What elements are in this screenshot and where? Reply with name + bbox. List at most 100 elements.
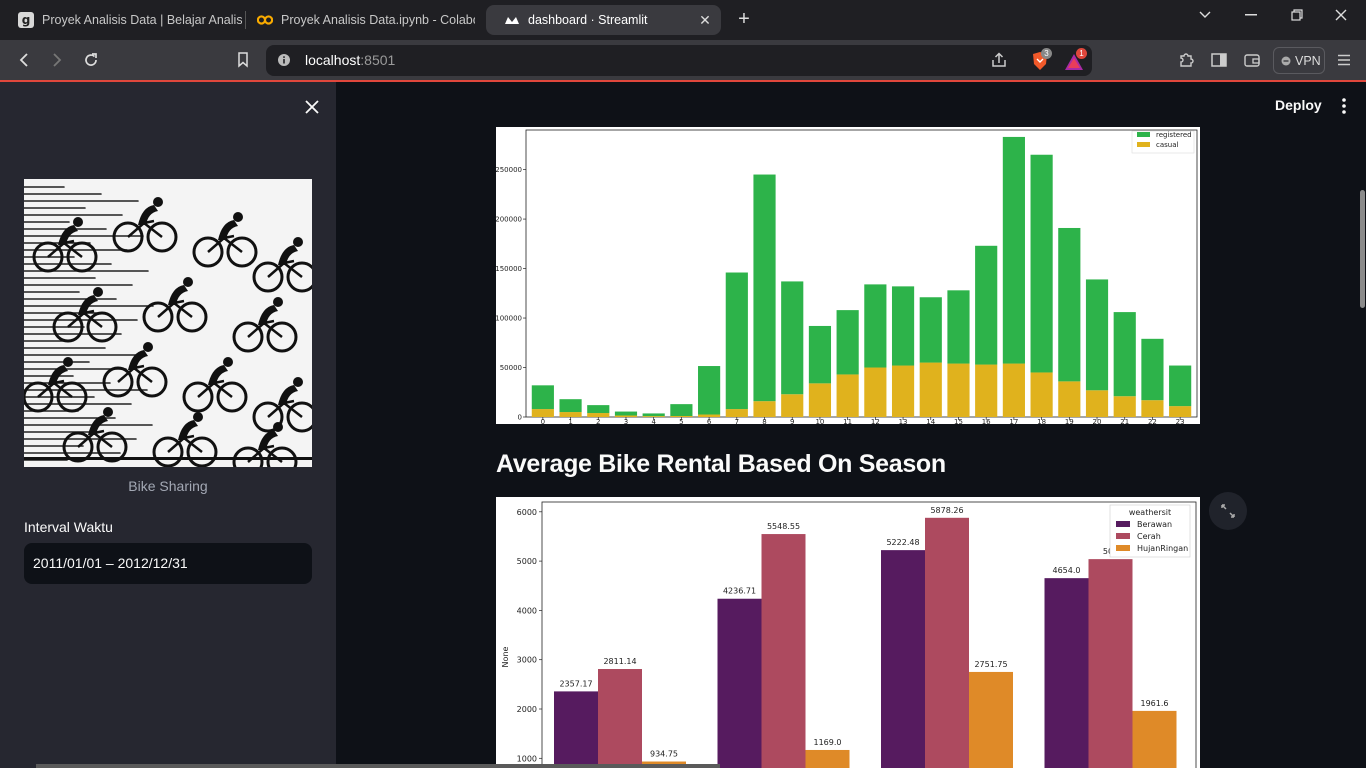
x-tick-label: 16 bbox=[982, 418, 991, 424]
tab-streamlit[interactable]: dashboard · Streamlit ✕ bbox=[486, 5, 721, 35]
legend-swatch bbox=[1137, 142, 1150, 147]
tab-colab[interactable]: Proyek Analisis Data.ipynb - Colaborator… bbox=[239, 5, 475, 35]
hourly-rental-chart: 0 50000 100000 150000 200000 250000 0 1 2 3 4 5 6 7 8 9… bbox=[495, 127, 1200, 426]
rider-head bbox=[153, 197, 163, 207]
ground-line bbox=[24, 457, 312, 460]
page-scrollbar[interactable] bbox=[1360, 190, 1365, 308]
main-menu-icon[interactable] bbox=[1337, 97, 1351, 115]
legend-label: HujanRingan bbox=[1137, 544, 1188, 553]
bike-sharing-image bbox=[24, 179, 312, 467]
rider-head bbox=[223, 357, 233, 367]
minimize-icon[interactable] bbox=[1238, 6, 1264, 24]
bar-casual-23 bbox=[1169, 406, 1192, 417]
bookmark-icon[interactable] bbox=[233, 50, 253, 70]
tab-search-icon[interactable] bbox=[1192, 6, 1218, 24]
bar-registered-11 bbox=[836, 310, 859, 375]
x-tick-label: 17 bbox=[1009, 418, 1018, 424]
wallet-icon[interactable] bbox=[1243, 51, 1261, 69]
deploy-button[interactable]: Deploy bbox=[1275, 97, 1322, 113]
fullscreen-icon[interactable] bbox=[1209, 492, 1247, 530]
tab-dicoding[interactable]: g Proyek Analisis Data | Belajar Analisi… bbox=[0, 5, 242, 35]
bar-value-label: 5548.55 bbox=[767, 522, 800, 531]
y-tick-label: 150000 bbox=[496, 265, 522, 273]
bar-registered-2 bbox=[587, 405, 610, 414]
bar-registered-13 bbox=[891, 286, 915, 366]
forward-icon[interactable] bbox=[47, 50, 67, 70]
bar-casual-19 bbox=[1058, 381, 1081, 417]
y-tick-label: 2000 bbox=[517, 705, 537, 714]
vpn-label: VPN bbox=[1295, 53, 1321, 68]
y-tick-label: 50000 bbox=[500, 364, 522, 372]
close-window-icon[interactable] bbox=[1328, 6, 1354, 24]
bar-casual-21 bbox=[1113, 396, 1136, 417]
rider-head bbox=[193, 412, 203, 422]
restore-icon[interactable] bbox=[1284, 6, 1310, 24]
bar-casual-6 bbox=[698, 414, 721, 417]
bar-casual-0 bbox=[531, 409, 554, 417]
bar-casual-15 bbox=[947, 363, 970, 417]
date-range-input[interactable]: 2011/01/01 – 2012/12/31 bbox=[24, 543, 312, 584]
x-tick-label: 11 bbox=[843, 418, 852, 424]
rewards-icon[interactable]: 1 bbox=[1064, 48, 1090, 72]
legend-label: Berawan bbox=[1137, 520, 1172, 529]
back-icon[interactable] bbox=[14, 50, 34, 70]
bar-casual-4 bbox=[642, 416, 665, 417]
rider-head bbox=[293, 377, 303, 387]
legend-swatch bbox=[1116, 533, 1130, 539]
horizontal-scrollbar[interactable] bbox=[36, 764, 720, 768]
brave-shields-icon[interactable]: 3 bbox=[1031, 48, 1055, 72]
bar-value-label: 2811.14 bbox=[603, 657, 636, 666]
x-tick-label: 15 bbox=[954, 418, 963, 424]
bar-berawan bbox=[554, 691, 598, 768]
x-tick-label: 19 bbox=[1065, 418, 1074, 424]
season-rental-chart: 1000 2000 3000 4000 5000 6000 None 2357.17 2811.… bbox=[496, 497, 1200, 768]
x-tick-label: 18 bbox=[1037, 418, 1046, 424]
bar-berawan bbox=[1044, 578, 1089, 768]
x-tick-label: 3 bbox=[624, 418, 628, 424]
tab-title: Proyek Analisis Data.ipynb - Colaborator… bbox=[281, 13, 475, 27]
x-tick-label: 23 bbox=[1176, 418, 1185, 424]
bar-registered-1 bbox=[559, 399, 582, 413]
y-tick-label: 250000 bbox=[496, 166, 522, 174]
bar-casual-8 bbox=[753, 401, 776, 417]
share-icon[interactable] bbox=[990, 51, 1008, 69]
bar-casual-13 bbox=[891, 365, 915, 417]
bar-registered-4 bbox=[642, 413, 665, 417]
rider-head bbox=[63, 357, 73, 367]
bar-registered-20 bbox=[1085, 279, 1109, 391]
reload-icon[interactable] bbox=[81, 50, 101, 70]
bar-hujanringan bbox=[805, 749, 850, 768]
y-tick-label: 200000 bbox=[496, 216, 522, 224]
svg-text:g: g bbox=[22, 13, 31, 27]
image-caption: Bike Sharing bbox=[128, 478, 208, 494]
close-sidebar-icon[interactable] bbox=[303, 98, 321, 116]
new-tab-button[interactable]: + bbox=[734, 9, 754, 29]
sidebar-toggle-icon[interactable] bbox=[1210, 51, 1228, 69]
menu-icon[interactable] bbox=[1336, 52, 1352, 68]
bar-cerah bbox=[1088, 559, 1133, 768]
x-tick-label: 6 bbox=[707, 418, 712, 424]
bar-value-label: 4236.71 bbox=[723, 587, 756, 596]
extensions-icon[interactable] bbox=[1177, 51, 1195, 69]
url-host: localhost bbox=[305, 52, 361, 68]
brave-badge: 3 bbox=[1041, 48, 1052, 59]
legend-swatch bbox=[1116, 545, 1130, 551]
bar-casual-20 bbox=[1085, 390, 1109, 417]
bar-cerah bbox=[761, 534, 806, 768]
site-info-icon[interactable] bbox=[277, 53, 291, 67]
bar-casual-10 bbox=[808, 383, 832, 417]
legend-title: weathersit bbox=[1129, 508, 1171, 517]
legend-swatch bbox=[1137, 132, 1150, 137]
x-tick-label: 4 bbox=[651, 418, 656, 424]
rider-head bbox=[93, 287, 103, 297]
bar-berawan bbox=[881, 550, 925, 768]
x-tick-label: 9 bbox=[790, 418, 794, 424]
close-tab-icon[interactable]: ✕ bbox=[697, 12, 713, 28]
url-text: localhost:8501 bbox=[305, 52, 395, 69]
vpn-button[interactable]: VPN bbox=[1273, 47, 1325, 74]
bar-registered-9 bbox=[781, 281, 804, 395]
rider-head bbox=[73, 217, 83, 227]
chart-legend: registered casual bbox=[1131, 130, 1195, 154]
chart-legend: weathersit Berawan Cerah HujanRingan bbox=[1109, 504, 1191, 558]
bar-cerah bbox=[598, 669, 642, 768]
